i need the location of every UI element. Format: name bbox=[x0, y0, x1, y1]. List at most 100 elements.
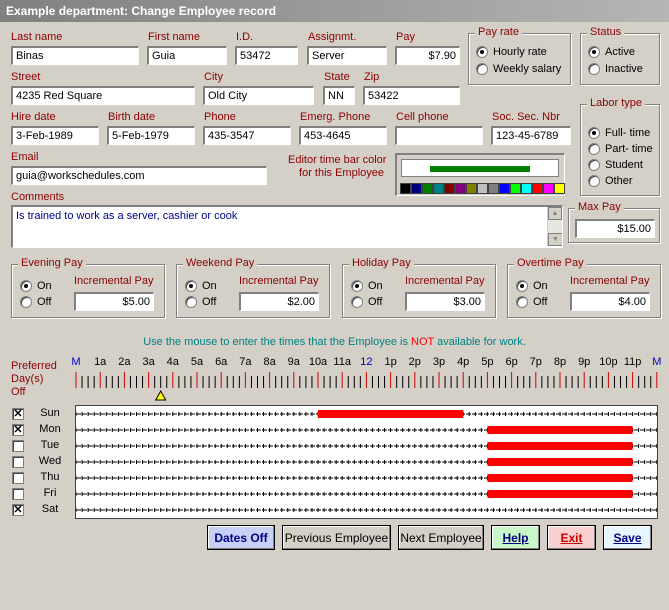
weekend-pay-off[interactable]: Off bbox=[185, 296, 216, 308]
overtime-pay-on[interactable]: On bbox=[516, 280, 548, 292]
last-name-input[interactable]: Binas bbox=[11, 46, 139, 65]
radio-icon[interactable] bbox=[588, 143, 600, 155]
radio-selected-icon[interactable] bbox=[476, 46, 488, 58]
phone-input[interactable]: 435-3547 bbox=[203, 126, 291, 145]
ssn-input[interactable]: 123-45-6789 bbox=[491, 126, 571, 145]
comments-scrollbar[interactable]: ▲ ▼ bbox=[547, 207, 562, 246]
radio-selected-icon[interactable] bbox=[185, 280, 197, 292]
radio-icon[interactable] bbox=[20, 296, 32, 308]
first-name-input[interactable]: Guia bbox=[147, 46, 227, 65]
save-button[interactable]: Save bbox=[603, 525, 652, 550]
radio-icon[interactable] bbox=[588, 159, 600, 171]
unavailable-bar[interactable] bbox=[487, 490, 633, 498]
preferred-off-checkbox[interactable] bbox=[12, 440, 24, 452]
evening-pay-inc-label: Incremental Pay bbox=[74, 275, 154, 287]
color-swatch[interactable] bbox=[400, 183, 411, 194]
preferred-off-checkbox[interactable]: ✕ bbox=[12, 504, 24, 516]
labor-type-student[interactable]: Student bbox=[588, 159, 643, 171]
scroll-up-icon[interactable]: ▲ bbox=[548, 207, 562, 220]
color-swatch[interactable] bbox=[433, 183, 444, 194]
time-marker-icon[interactable] bbox=[154, 389, 167, 401]
exit-button[interactable]: Exit bbox=[547, 525, 596, 550]
color-swatch[interactable] bbox=[521, 183, 532, 194]
street-label: Street bbox=[11, 71, 41, 83]
labor-type-full-time[interactable]: Full- time bbox=[588, 127, 650, 139]
holiday-pay-on[interactable]: On bbox=[351, 280, 383, 292]
pay-input[interactable]: $7.90 bbox=[395, 46, 460, 65]
hour-label: 10p bbox=[599, 356, 618, 368]
color-swatch[interactable] bbox=[466, 183, 477, 194]
pay-rate-weekly[interactable]: Weekly salary bbox=[476, 63, 561, 75]
hire-date-input[interactable]: 3-Feb-1989 bbox=[11, 126, 99, 145]
color-swatch[interactable] bbox=[499, 183, 510, 194]
status-active[interactable]: Active bbox=[588, 46, 635, 58]
color-swatch[interactable] bbox=[543, 183, 554, 194]
assignment-input[interactable]: Server bbox=[307, 46, 387, 65]
radio-icon[interactable] bbox=[476, 63, 488, 75]
radio-selected-icon[interactable] bbox=[516, 280, 528, 292]
cell-phone-input[interactable] bbox=[395, 126, 483, 145]
comments-textarea[interactable]: Is trained to work as a server, cashier … bbox=[11, 205, 563, 248]
zip-label: Zip bbox=[364, 71, 380, 83]
help-button[interactable]: Help bbox=[491, 525, 540, 550]
scroll-down-icon[interactable]: ▼ bbox=[548, 233, 562, 246]
holiday-pay-input[interactable]: $3.00 bbox=[405, 292, 485, 311]
unavailable-bar[interactable] bbox=[487, 474, 633, 482]
color-swatch[interactable] bbox=[532, 183, 543, 194]
previous-employee-button[interactable]: Previous Employee bbox=[282, 525, 391, 550]
color-swatch[interactable] bbox=[488, 183, 499, 194]
color-swatch[interactable] bbox=[510, 183, 521, 194]
city-input[interactable]: Old City bbox=[203, 86, 314, 105]
email-input[interactable]: guia@workschedules.com bbox=[11, 166, 267, 185]
color-swatch[interactable] bbox=[455, 183, 466, 194]
unavailable-bar[interactable] bbox=[487, 458, 633, 466]
overtime-pay-off[interactable]: Off bbox=[516, 296, 547, 308]
availability-grid[interactable] bbox=[75, 405, 658, 519]
preferred-off-checkbox[interactable] bbox=[12, 472, 24, 484]
zip-input[interactable]: 53422 bbox=[363, 86, 460, 105]
status-inactive[interactable]: Inactive bbox=[588, 63, 643, 75]
color-swatch[interactable] bbox=[422, 183, 433, 194]
radio-selected-icon[interactable] bbox=[588, 46, 600, 58]
time-ruler[interactable] bbox=[0, 368, 669, 408]
unavailable-bar[interactable] bbox=[487, 426, 633, 434]
pay-rate-hourly[interactable]: Hourly rate bbox=[476, 46, 547, 58]
state-input[interactable]: NN bbox=[323, 86, 355, 105]
preferred-off-checkbox[interactable] bbox=[12, 488, 24, 500]
radio-selected-icon[interactable] bbox=[20, 280, 32, 292]
evening-pay-input[interactable]: $5.00 bbox=[74, 292, 154, 311]
radio-icon[interactable] bbox=[588, 175, 600, 187]
birth-date-input[interactable]: 5-Feb-1979 bbox=[107, 126, 195, 145]
radio-icon[interactable] bbox=[516, 296, 528, 308]
preferred-off-checkbox[interactable]: ✕ bbox=[12, 424, 24, 436]
radio-icon[interactable] bbox=[588, 63, 600, 75]
labor-type-part-time[interactable]: Part- time bbox=[588, 143, 653, 155]
overtime-pay-input[interactable]: $4.00 bbox=[570, 292, 650, 311]
labor-type-other[interactable]: Other bbox=[588, 175, 633, 187]
next-employee-button[interactable]: Next Employee bbox=[398, 525, 484, 550]
color-swatch[interactable] bbox=[554, 183, 565, 194]
unavailable-bar[interactable] bbox=[318, 410, 464, 418]
color-swatch[interactable] bbox=[444, 183, 455, 194]
max-pay-input[interactable]: $15.00 bbox=[575, 219, 655, 238]
weekend-pay-on[interactable]: On bbox=[185, 280, 217, 292]
preferred-off-checkbox[interactable] bbox=[12, 456, 24, 468]
editor-color-label-1: Editor time bar color bbox=[288, 154, 387, 166]
preferred-off-checkbox[interactable]: ✕ bbox=[12, 408, 24, 420]
weekend-pay-input[interactable]: $2.00 bbox=[239, 292, 319, 311]
evening-pay-on[interactable]: On bbox=[20, 280, 52, 292]
unavailable-bar[interactable] bbox=[487, 442, 633, 450]
color-swatch[interactable] bbox=[477, 183, 488, 194]
hour-label: 6a bbox=[215, 356, 228, 368]
radio-selected-icon[interactable] bbox=[351, 280, 363, 292]
dates-off-button[interactable]: Dates Off bbox=[207, 525, 275, 550]
radio-icon[interactable] bbox=[351, 296, 363, 308]
street-input[interactable]: 4235 Red Square bbox=[11, 86, 195, 105]
evening-pay-off[interactable]: Off bbox=[20, 296, 51, 308]
id-input[interactable]: 53472 bbox=[235, 46, 298, 65]
radio-selected-icon[interactable] bbox=[588, 127, 600, 139]
color-swatch[interactable] bbox=[411, 183, 422, 194]
emerg-phone-input[interactable]: 453-4645 bbox=[299, 126, 387, 145]
radio-icon[interactable] bbox=[185, 296, 197, 308]
holiday-pay-off[interactable]: Off bbox=[351, 296, 382, 308]
